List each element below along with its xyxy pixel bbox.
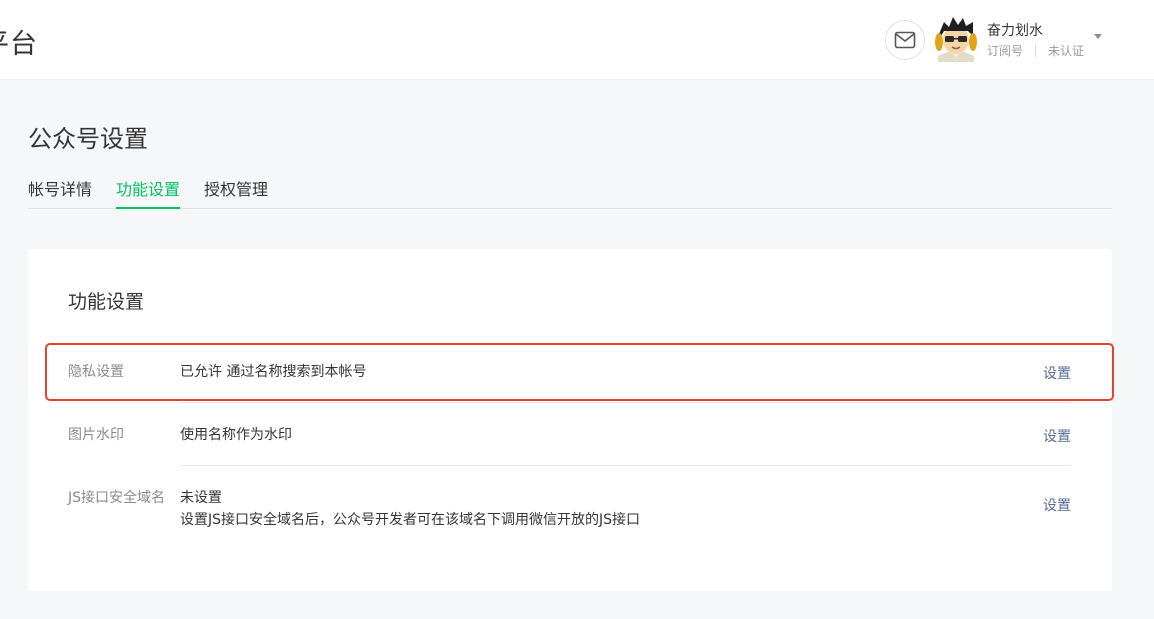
card-title: 功能设置	[68, 291, 145, 313]
watermark-settings-link[interactable]: 设置	[1043, 426, 1071, 446]
row-note-js-domain: 设置JS接口安全域名后，公众号开发者可在该域名下调用微信开放的JS接口	[180, 512, 641, 528]
tab-bar: 帐号详情 功能设置 授权管理	[28, 176, 1112, 209]
caret-down-icon[interactable]	[1094, 34, 1102, 39]
tab-function-settings[interactable]: 功能设置	[116, 176, 181, 209]
message-button[interactable]	[885, 20, 925, 60]
user-avatar[interactable]	[935, 16, 977, 62]
meta-divider	[1035, 44, 1037, 57]
user-name[interactable]: 奋力划水	[987, 20, 1043, 40]
row-value-watermark: 使用名称作为水印	[180, 427, 292, 443]
brand-title: 平台	[0, 29, 38, 60]
verify-status: 未认证	[1048, 44, 1085, 58]
account-meta: 订阅号 未认证	[987, 42, 1084, 59]
tab-account-details[interactable]: 帐号详情	[28, 176, 92, 209]
highlight-box	[45, 343, 1114, 401]
row-divider	[180, 465, 1071, 466]
js-domain-settings-link[interactable]: 设置	[1043, 495, 1071, 515]
row-label-js-domain: JS接口安全域名	[68, 490, 166, 506]
account-type: 订阅号	[987, 44, 1024, 58]
tab-authorization[interactable]: 授权管理	[204, 176, 268, 209]
row-divider	[180, 402, 1071, 403]
top-bar: 平台 奋力划水 订阅号 未认证	[0, 0, 1154, 80]
row-value-js-domain: 未设置	[180, 490, 222, 506]
page-title: 公众号设置	[28, 125, 148, 153]
settings-card: 功能设置 隐私设置 已允许 通过名称搜索到本帐号 设置 图片水印 使用名称作为水…	[28, 249, 1112, 591]
row-label-watermark: 图片水印	[68, 427, 124, 443]
mail-icon	[894, 31, 916, 49]
